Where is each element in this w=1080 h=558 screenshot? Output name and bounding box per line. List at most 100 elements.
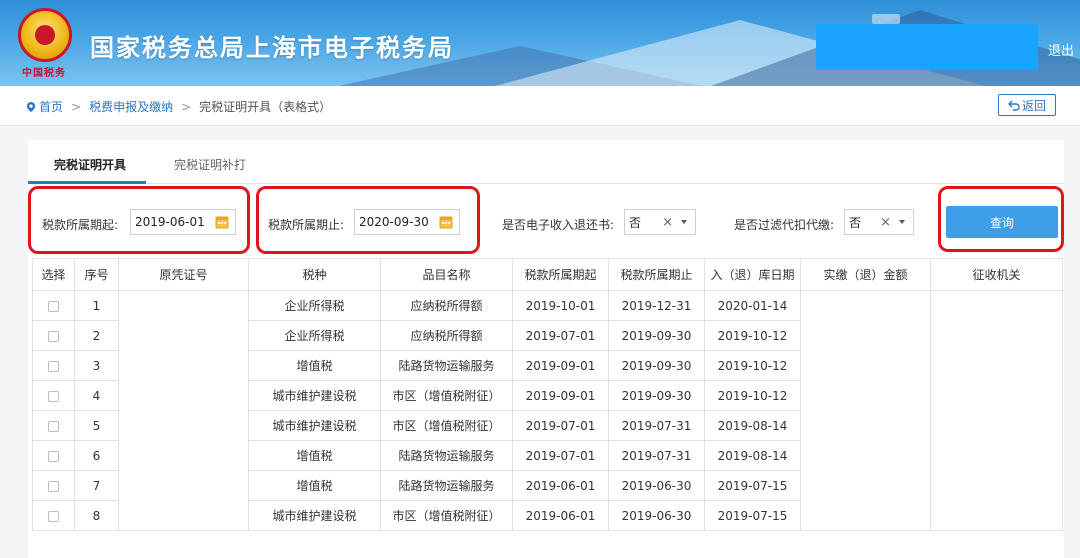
seq-cell: 7 — [74, 470, 119, 501]
item-name-cell: 应纳税所得额 — [380, 320, 513, 351]
warehouse-date-cell: 2019-08-14 — [704, 410, 801, 441]
period-end-cell: 2019-09-30 — [608, 380, 705, 411]
row-checkbox[interactable] — [48, 420, 59, 432]
tax-type-cell: 增值税 — [248, 470, 381, 501]
seq-cell: 6 — [74, 440, 119, 471]
withhold-label: 是否过滤代扣代缴: — [734, 218, 835, 232]
withhold-value: 否 — [849, 215, 862, 230]
refund-select[interactable]: 否 × — [624, 209, 696, 235]
period-end-cell: 2019-07-31 — [608, 410, 705, 441]
seq-cell: 2 — [74, 320, 119, 351]
seq-cell: 8 — [74, 500, 119, 531]
period-start-cell: 2019-06-01 — [512, 470, 609, 501]
tab-certificate-issue[interactable]: 完税证明开具 — [54, 156, 126, 173]
back-button-label: 返回 — [1021, 98, 1046, 113]
row-checkbox[interactable] — [48, 480, 59, 492]
warehouse-date-cell: 2020-01-14 — [704, 290, 801, 321]
voucher-number-cell — [118, 290, 249, 531]
seq-cell: 1 — [74, 290, 119, 321]
column-header: 实缴（退）金额 — [800, 258, 931, 291]
row-checkbox[interactable] — [48, 390, 59, 402]
item-name-cell: 陆路货物运输服务 — [380, 350, 513, 381]
highlight-annotation — [256, 186, 480, 254]
breadcrumb-section-link[interactable]: 税费申报及缴纳 — [89, 98, 173, 115]
row-checkbox[interactable] — [48, 450, 59, 462]
breadcrumb-current: 完税证明开具（表格式） — [199, 100, 332, 114]
tax-type-cell: 城市维护建设税 — [248, 500, 381, 531]
active-tab-indicator — [28, 181, 146, 184]
seq-cell: 5 — [74, 410, 119, 441]
warehouse-date-cell: 2019-07-15 — [704, 470, 801, 501]
warehouse-date-cell: 2019-10-12 — [704, 380, 801, 411]
tax-type-cell: 企业所得税 — [248, 320, 381, 351]
period-start-cell: 2019-09-01 — [512, 380, 609, 411]
period-start-cell: 2019-07-01 — [512, 410, 609, 441]
return-arrow-icon — [1007, 100, 1020, 111]
back-button[interactable]: 返回 — [998, 94, 1056, 116]
tax-type-cell: 城市维护建设税 — [248, 380, 381, 411]
column-header: 税款所属期起 — [512, 258, 609, 291]
site-header: 中国税务 国家税务总局上海市电子税务局 退出 — [0, 0, 1080, 86]
breadcrumb: 首页 > 税费申报及缴纳 > 完税证明开具（表格式） — [26, 98, 331, 115]
item-name-cell: 市区（增值税附征） — [380, 410, 513, 441]
row-checkbox[interactable] — [48, 360, 59, 372]
clear-icon[interactable]: × — [662, 215, 673, 230]
withhold-select[interactable]: 否 × — [844, 209, 914, 235]
table-row[interactable]: 1 企业所得税 应纳税所得额 2019-10-01 2019-12-31 202… — [32, 290, 1063, 531]
row-checkbox[interactable] — [48, 300, 59, 312]
warehouse-date-cell: 2019-10-12 — [704, 350, 801, 381]
banner-decoration — [872, 14, 900, 24]
column-header: 选择 — [32, 258, 75, 291]
highlight-annotation — [938, 186, 1064, 252]
tax-authority-cell — [930, 290, 1063, 531]
row-checkbox[interactable] — [48, 330, 59, 342]
tax-emblem-logo — [18, 8, 72, 62]
amount-cell — [800, 290, 931, 531]
column-header: 税种 — [248, 258, 381, 291]
refund-label: 是否电子收入退还书: — [502, 218, 615, 232]
breadcrumb-home-link[interactable]: 首页 — [39, 98, 63, 115]
site-title: 国家税务总局上海市电子税务局 — [90, 34, 454, 62]
period-end-cell: 2019-07-31 — [608, 440, 705, 471]
seq-cell: 3 — [74, 350, 119, 381]
item-name-cell: 陆路货物运输服务 — [380, 440, 513, 471]
column-header: 税款所属期止 — [608, 258, 705, 291]
main-panel: 完税证明开具 完税证明补打 税款所属期起: 2019-06-01 税款所属期止:… — [28, 140, 1064, 558]
item-name-cell: 市区（增值税附征） — [380, 500, 513, 531]
period-start-cell: 2019-07-01 — [512, 440, 609, 471]
column-header: 品目名称 — [380, 258, 513, 291]
warehouse-date-cell: 2019-08-14 — [704, 440, 801, 471]
clear-icon[interactable]: × — [880, 215, 891, 230]
item-name-cell: 市区（增值税附征） — [380, 380, 513, 411]
chevron-down-icon — [681, 220, 687, 224]
column-header: 入（退）库日期 — [704, 258, 801, 291]
item-name-cell: 陆路货物运输服务 — [380, 470, 513, 501]
column-header: 原凭证号 — [118, 258, 249, 291]
column-header: 序号 — [74, 258, 119, 291]
breadcrumb-separator: > — [181, 99, 192, 114]
period-end-cell: 2019-06-30 — [608, 500, 705, 531]
row-checkbox[interactable] — [48, 510, 59, 522]
tax-type-cell: 增值税 — [248, 350, 381, 381]
period-start-cell: 2019-09-01 — [512, 350, 609, 381]
period-start-cell: 2019-10-01 — [512, 290, 609, 321]
warehouse-date-cell: 2019-07-15 — [704, 500, 801, 531]
warehouse-date-cell: 2019-10-12 — [704, 320, 801, 351]
user-info-box — [816, 24, 1038, 70]
period-end-cell: 2019-12-31 — [608, 290, 705, 321]
logout-link[interactable]: 退出 — [1048, 40, 1074, 59]
period-end-cell: 2019-06-30 — [608, 470, 705, 501]
highlight-annotation — [28, 186, 250, 254]
item-name-cell: 应纳税所得额 — [380, 290, 513, 321]
table-header-row: 选择 序号 原凭证号 税种 品目名称 税款所属期起 税款所属期止 入（退）库日期… — [32, 258, 1063, 291]
period-end-cell: 2019-09-30 — [608, 320, 705, 351]
location-pin-icon — [26, 101, 36, 112]
tab-certificate-reprint[interactable]: 完税证明补打 — [174, 156, 246, 173]
period-start-cell: 2019-06-01 — [512, 500, 609, 531]
tax-records-table: 选择 序号 原凭证号 税种 品目名称 税款所属期起 税款所属期止 入（退）库日期… — [32, 258, 1063, 531]
period-start-cell: 2019-07-01 — [512, 320, 609, 351]
refund-value: 否 — [629, 215, 642, 230]
tax-type-cell: 增值税 — [248, 440, 381, 471]
period-end-cell: 2019-09-30 — [608, 350, 705, 381]
chevron-down-icon — [899, 220, 905, 224]
